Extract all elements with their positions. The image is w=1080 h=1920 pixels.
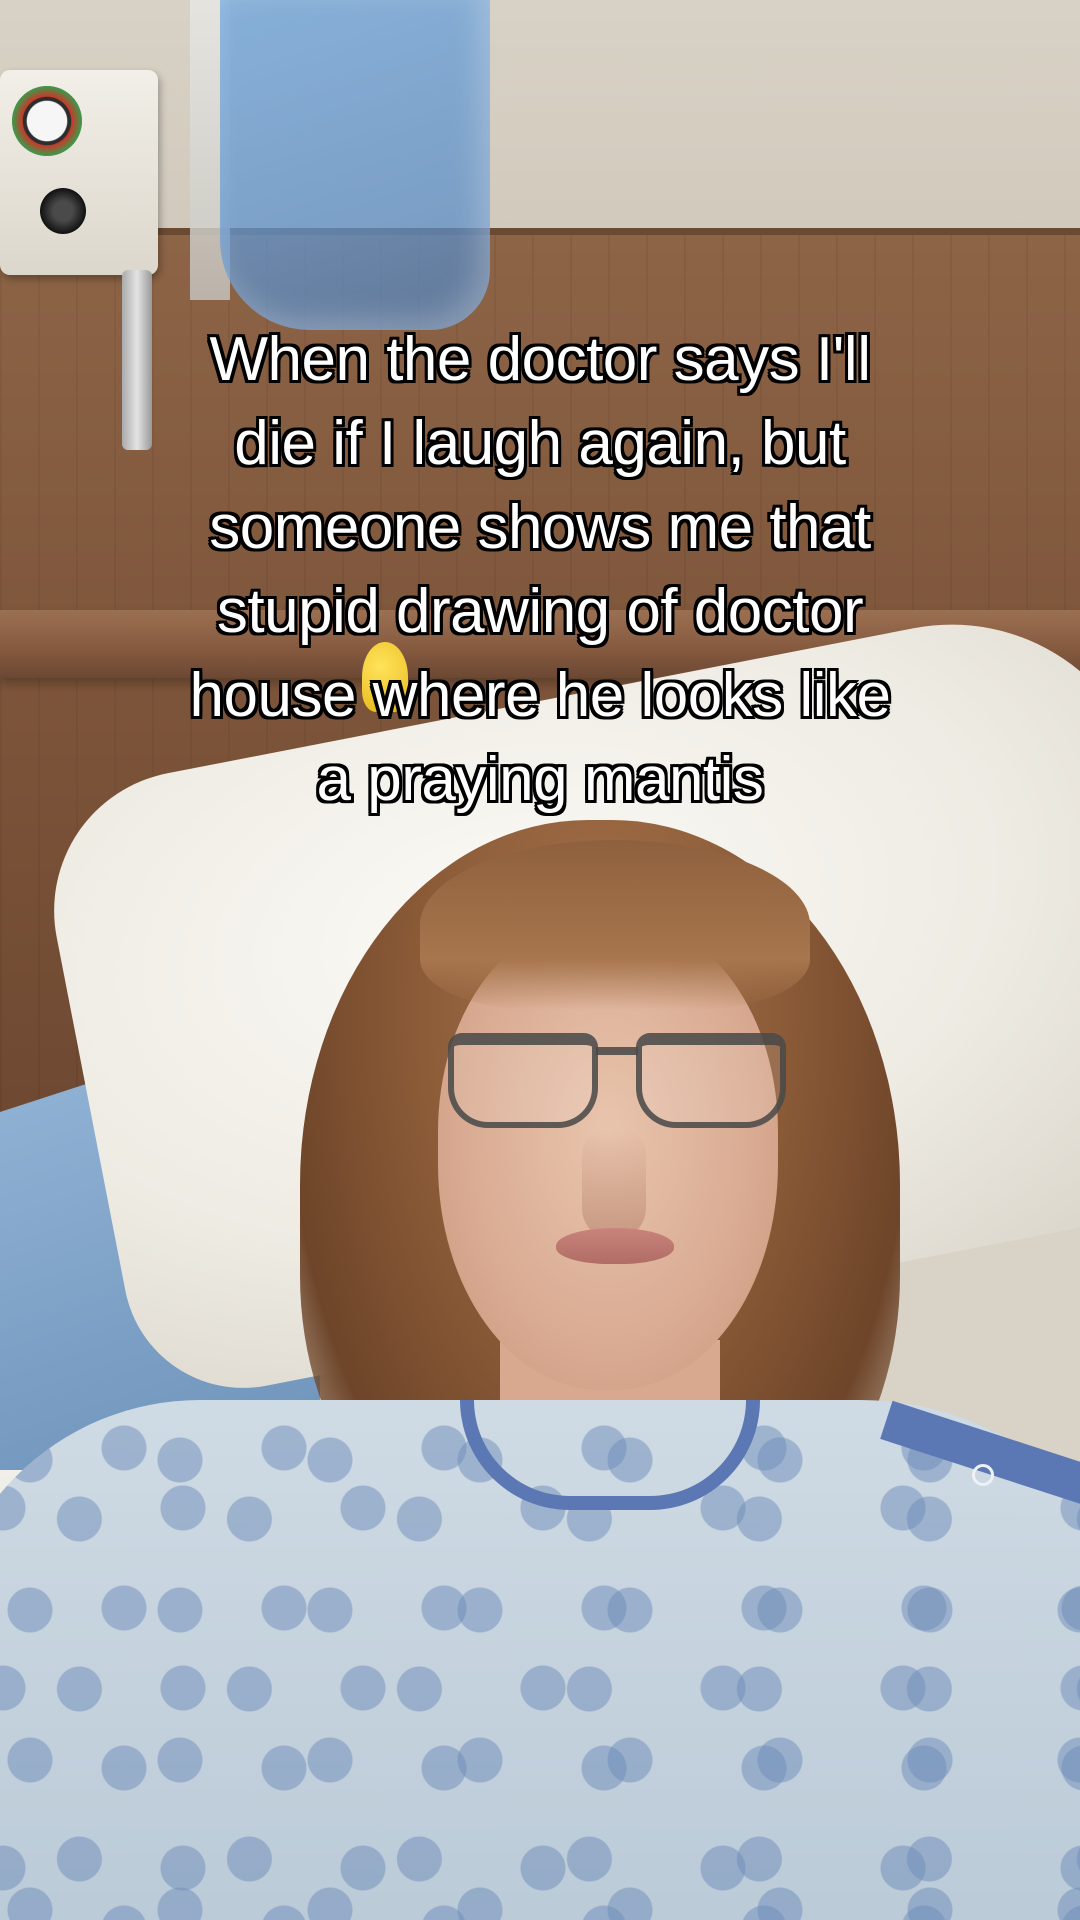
caption-line: someone shows me that: [209, 493, 871, 562]
iv-bag: [220, 0, 490, 330]
glasses-lens-right: [636, 1033, 786, 1128]
medical-gauge: [0, 70, 158, 275]
caption-line: a praying mantis: [316, 745, 764, 814]
gauge-dial: [12, 86, 82, 156]
caption-line: die if I laugh again, but: [234, 409, 846, 478]
bangs: [420, 840, 810, 1010]
caption-line: stupid drawing of doctor: [216, 577, 864, 646]
caption-line: When the doctor says I'll: [209, 325, 871, 394]
gown-snap: [972, 1464, 994, 1486]
glasses: [448, 1025, 788, 1135]
mouth: [556, 1228, 674, 1264]
nose: [582, 1130, 646, 1240]
video-frame: When the doctor says I'll die if I laugh…: [0, 0, 1080, 1920]
caption-line: house where he looks like: [189, 661, 891, 730]
caption-overlay: When the doctor says I'll die if I laugh…: [60, 318, 1020, 822]
glasses-bridge: [596, 1047, 638, 1055]
glasses-lens-left: [448, 1033, 598, 1128]
gauge-knob: [40, 188, 86, 234]
